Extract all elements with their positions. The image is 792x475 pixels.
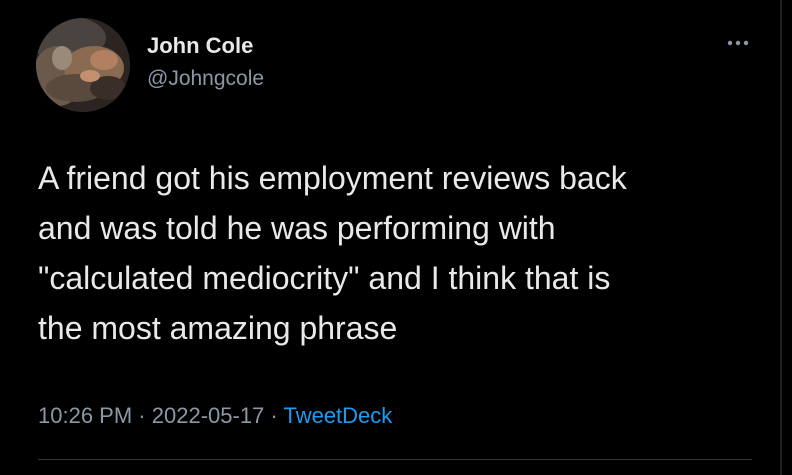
avatar[interactable] bbox=[36, 18, 130, 112]
tweet-meta: 10:26 PM · 2022-05-17 · TweetDeck bbox=[38, 403, 392, 429]
meta-separator: · bbox=[138, 403, 146, 428]
author-handle[interactable]: @Johngcole bbox=[147, 67, 264, 91]
tweet-card: John Cole @Johngcole A friend got his em… bbox=[0, 0, 792, 475]
meta-separator: · bbox=[270, 403, 278, 428]
scrollbar-edge bbox=[780, 0, 782, 475]
author-display-name[interactable]: John Cole bbox=[147, 33, 253, 59]
tweet-source-link[interactable]: TweetDeck bbox=[283, 403, 392, 428]
tweet-time[interactable]: 10:26 PM bbox=[38, 403, 132, 428]
tweet-date[interactable]: 2022-05-17 bbox=[152, 403, 265, 428]
divider bbox=[38, 459, 752, 460]
tweet-text: A friend got his employment reviews back… bbox=[38, 160, 627, 346]
more-horizontal-icon[interactable] bbox=[724, 34, 752, 50]
cat-photo-icon bbox=[36, 18, 130, 112]
